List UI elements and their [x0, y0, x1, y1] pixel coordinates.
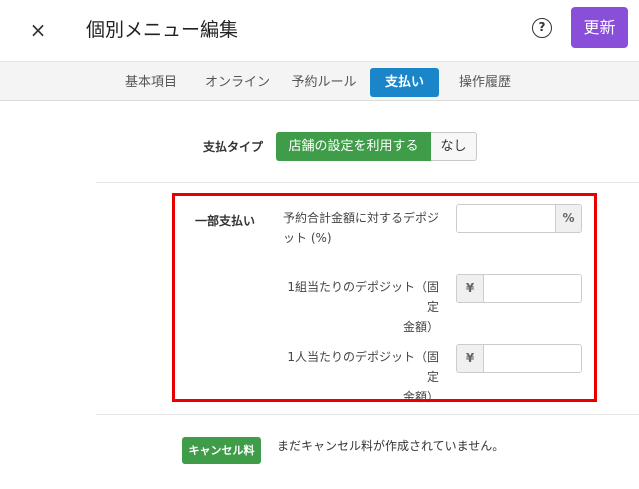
deposit-per-person-label-line2: 金額）	[402, 390, 439, 404]
deposit-per-person-label: 1人当たりのデポジット（固定 金額）	[283, 347, 439, 407]
deposit-per-person-label-line1: 1人当たりのデポジット（固定	[287, 350, 439, 384]
page-title: 個別メニュー編集	[86, 19, 239, 41]
deposit-percent-field: %	[456, 204, 582, 233]
deposit-percent-label-line1: 予約合計金額に対するデポジ	[283, 211, 440, 225]
deposit-per-group-label: 1組当たりのデポジット（固定 金額）	[283, 277, 439, 337]
deposit-percent-input[interactable]	[457, 205, 555, 232]
deposit-percent-label: 予約合計金額に対するデポジ ット (%)	[283, 208, 439, 248]
cancellation-message: まだキャンセル料が作成されていません。	[277, 439, 505, 453]
deposit-per-group-label-line2: 金額）	[402, 320, 439, 334]
use-store-settings-button[interactable]: 店舗の設定を利用する	[276, 132, 431, 161]
deposit-per-person-field: ¥	[456, 344, 582, 373]
divider	[96, 182, 639, 183]
cancellation-fee-button[interactable]: キャンセル料	[182, 437, 261, 464]
divider	[96, 414, 639, 415]
tab-payment[interactable]: 支払い	[370, 68, 439, 97]
tab-bar: 基本項目 オンライン 予約ルール 支払い 操作履歴	[0, 62, 639, 101]
payment-type-toggle: 店舗の設定を利用する なし	[276, 132, 477, 161]
tab-reservation-rules[interactable]: 予約ルール	[290, 68, 358, 97]
deposit-per-person-input[interactable]	[484, 345, 581, 372]
payment-type-label: 支払タイプ	[203, 140, 264, 154]
percent-addon: %	[555, 205, 581, 232]
tab-online[interactable]: オンライン	[205, 68, 270, 97]
yen-addon: ¥	[457, 345, 484, 372]
deposit-percent-label-line2: ット (%)	[283, 231, 332, 245]
deposit-per-group-label-line1: 1組当たりのデポジット（固定	[287, 280, 439, 314]
tab-basic[interactable]: 基本項目	[120, 68, 182, 97]
update-button[interactable]: 更新	[571, 7, 628, 48]
close-icon[interactable]: ×	[26, 17, 50, 43]
deposit-per-group-input[interactable]	[484, 275, 581, 302]
partial-payment-label: 一部支払い	[195, 214, 256, 228]
yen-addon: ¥	[457, 275, 484, 302]
help-icon[interactable]: ?	[532, 18, 552, 38]
none-button[interactable]: なし	[431, 132, 477, 161]
tab-history[interactable]: 操作履歴	[454, 68, 516, 97]
header-bar: × 個別メニュー編集 ? 更新	[0, 0, 639, 62]
deposit-per-group-field: ¥	[456, 274, 582, 303]
